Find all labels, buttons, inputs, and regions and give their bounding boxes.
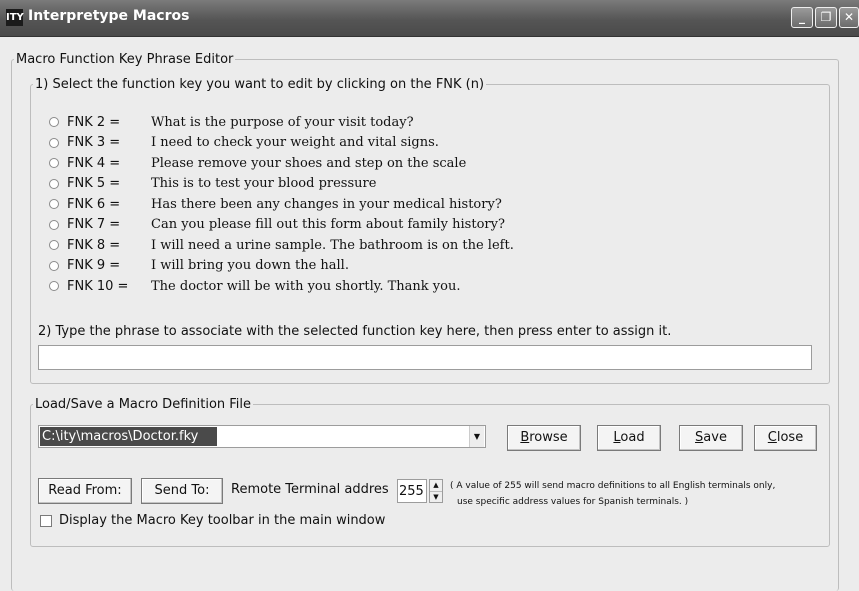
fnk-phrase: This is to test your blood pressure (151, 176, 377, 191)
macro-editor-legend: Macro Function Key Phrase Editor (16, 52, 234, 67)
fnk-label: FNK 3 = (67, 135, 121, 150)
spin-up-icon[interactable]: ▲ (430, 480, 442, 492)
read-from-label: Read From: (48, 483, 122, 498)
close-button[interactable]: Close (754, 425, 817, 451)
fnk-label: FNK 2 = (67, 114, 121, 130)
remote-terminal-input[interactable]: 255 (397, 479, 427, 503)
phrase-input[interactable] (38, 345, 812, 370)
radio-icon[interactable] (49, 117, 59, 127)
minimize-button[interactable]: _ (791, 7, 813, 28)
save-button[interactable]: Save (679, 425, 743, 451)
fnk-phrase: I will bring you down the hall. (151, 258, 349, 273)
fnk-option-9[interactable]: FNK 9 = I will bring you down the hall. (49, 257, 349, 275)
fnk-phrase: Has there been any changes in your medic… (151, 196, 502, 212)
fnk-label: FNK 8 = (67, 237, 121, 253)
fnk-option-3[interactable]: FNK 3 = I need to check your weight and v… (49, 134, 439, 152)
radio-icon[interactable] (49, 158, 59, 168)
close-window-button[interactable]: ✕ (839, 7, 859, 28)
radio-icon[interactable] (49, 240, 59, 250)
fnk-option-6[interactable]: FNK 6 = Has there been any changes in you… (49, 195, 502, 213)
remote-terminal-value: 255 (399, 484, 424, 499)
app-logo-icon: ITY (6, 9, 24, 26)
fnk-label: FNK 5 = (67, 176, 121, 191)
save-button-label: Save (695, 430, 727, 445)
fnk-label: FNK 10 = (67, 278, 129, 294)
radio-icon[interactable] (49, 260, 59, 271)
chevron-down-icon[interactable]: ▼ (469, 426, 484, 447)
address-spinner[interactable]: ▲ ▼ (429, 479, 443, 503)
fnk-phrase: Can you please fill out this form about … (151, 217, 505, 232)
address-note-line1: ( A value of 255 will send macro definit… (450, 481, 776, 491)
load-save-legend: Load/Save a Macro Definition File (35, 397, 252, 412)
fnk-label: FNK 6 = (67, 196, 121, 212)
toolbar-checkbox-label: Display the Macro Key toolbar in the mai… (59, 513, 386, 528)
fnk-option-2[interactable]: FNK 2 = What is the purpose of your visit… (49, 113, 414, 131)
browse-button-label: Browse (520, 430, 568, 445)
fnk-phrase: Please remove your shoes and step on the… (151, 155, 467, 171)
remote-terminal-label: Remote Terminal addres (231, 482, 389, 497)
send-to-button[interactable]: Send To: (141, 478, 223, 504)
fnk-option-10[interactable]: FNK 10 = The doctor will be with you shor… (49, 277, 460, 295)
window-title: Interpretype Macros (28, 8, 190, 24)
fnk-label: FNK 7 = (67, 217, 121, 232)
radio-icon[interactable] (49, 178, 59, 189)
macro-file-combobox[interactable]: C:\ity\macros\Doctor.fky ▼ (38, 425, 486, 448)
fnk-label: FNK 4 = (67, 155, 121, 171)
load-button-label: Load (613, 430, 645, 445)
fnk-phrase: The doctor will be with you shortly. Tha… (151, 278, 461, 294)
fnk-option-8[interactable]: FNK 8 = I will need a urine sample. The b… (49, 236, 514, 254)
load-button[interactable]: Load (597, 425, 661, 451)
toolbar-checkbox[interactable] (40, 515, 52, 527)
fnk-label: FNK 9 = (67, 258, 121, 273)
title-bar: ITY Interpretype Macros _ ❐ ✕ (0, 0, 859, 37)
fnk-option-4[interactable]: FNK 4 = Please remove your shoes and step… (49, 154, 466, 172)
fnk-phrase: I will need a urine sample. The bathroom… (151, 237, 514, 253)
close-button-label: Close (767, 430, 804, 445)
fnk-option-7[interactable]: FNK 7 = Can you please fill out this form… (49, 216, 505, 234)
read-from-button[interactable]: Read From: (38, 478, 132, 504)
phrase-input-value (39, 350, 42, 365)
spin-down-icon[interactable]: ▼ (430, 492, 442, 503)
radio-icon[interactable] (49, 281, 59, 291)
send-to-label: Send To: (154, 483, 210, 498)
radio-icon[interactable] (49, 199, 59, 209)
fnk-option-5[interactable]: FNK 5 = This is to test your blood pressu… (49, 175, 376, 193)
fnk-phrase: I need to check your weight and vital si… (151, 135, 439, 150)
macro-file-path: C:\ity\macros\Doctor.fky (40, 427, 217, 446)
step1-legend: 1) Select the function key you want to e… (35, 77, 485, 92)
radio-icon[interactable] (49, 219, 59, 230)
address-note-line2: use specific address values for Spanish … (457, 497, 689, 507)
radio-icon[interactable] (49, 137, 59, 148)
browse-button[interactable]: Browse (507, 425, 581, 451)
step2-label: 2) Type the phrase to associate with the… (38, 324, 672, 339)
fnk-phrase: What is the purpose of your visit today? (151, 114, 414, 130)
maximize-button[interactable]: ❐ (815, 7, 837, 28)
